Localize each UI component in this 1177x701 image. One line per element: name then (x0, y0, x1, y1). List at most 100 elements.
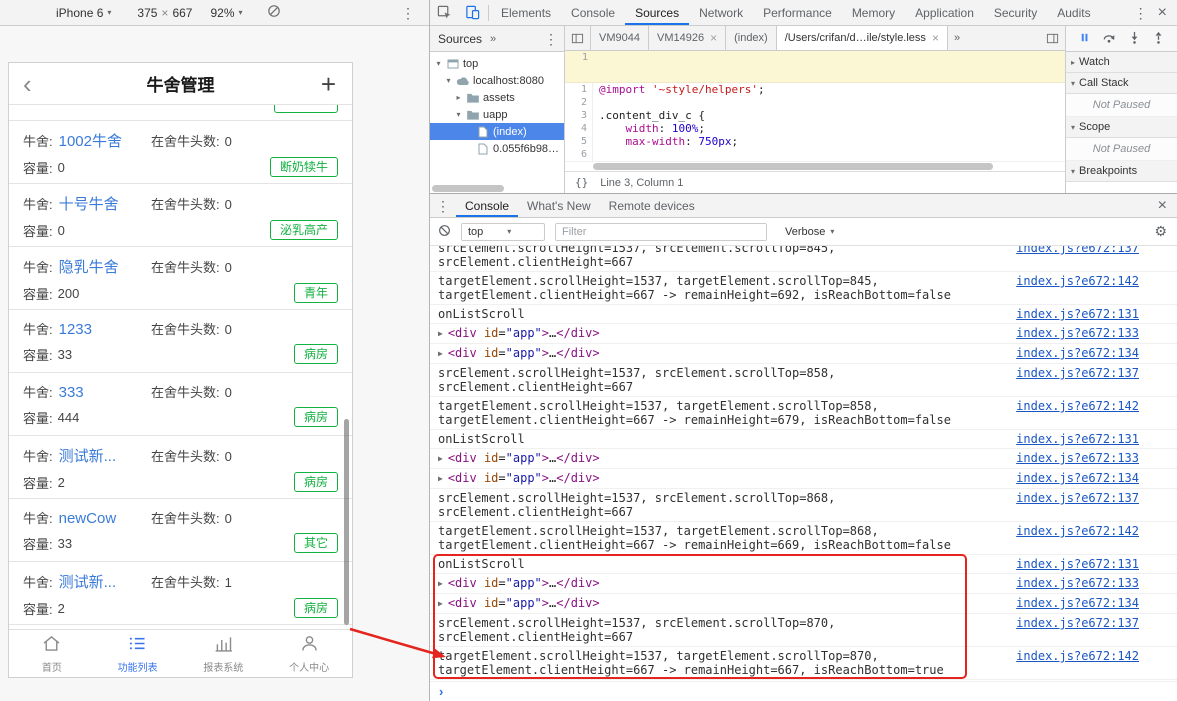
console-source-link[interactable]: index.js?e672:137 (1016, 491, 1139, 505)
tab-list[interactable]: 功能列表 (95, 630, 181, 677)
back-button[interactable]: ‹ (9, 71, 55, 97)
step-into-icon[interactable] (1128, 31, 1141, 47)
debugger-section-watch[interactable]: ▸ Watch (1066, 52, 1177, 73)
shed-name-link[interactable]: 十号牛舍 (59, 193, 119, 214)
console-source-link[interactable]: index.js?e672:134 (1016, 596, 1139, 610)
devtools-tab-memory[interactable]: Memory (842, 0, 905, 25)
tab-overflow-icon[interactable]: » (948, 26, 966, 50)
file-tree-item-0055f6b98[interactable]: 0.055f6b98… (430, 140, 564, 157)
editor-tab[interactable]: VM9044 (591, 26, 649, 50)
log-level-selector[interactable]: Verbose ▾ (785, 226, 834, 238)
more-options-icon[interactable]: ⋮ (395, 6, 421, 20)
cowshed-list-item[interactable]: 牛舍: 隐乳牛舍 在舍牛头数: 0 容量: 200 青年 (9, 247, 352, 310)
debugger-section-breakpoints[interactable]: ▾ Breakpoints (1066, 161, 1177, 182)
editor-code-area[interactable]: 1 2 3 4 5 6 @import '~style/helpers'; .conten… (565, 83, 1065, 161)
tree-expand-icon[interactable]: ▾ (444, 76, 453, 85)
pause-script-icon[interactable] (1078, 31, 1091, 47)
console-source-link[interactable]: index.js?e672:142 (1016, 274, 1139, 288)
horizontal-scrollbar[interactable] (565, 161, 1065, 171)
console-source-link[interactable]: index.js?e672:137 (1016, 616, 1139, 630)
shed-name-link[interactable]: 隐乳牛舍 (59, 256, 119, 277)
shed-name-link[interactable]: 1002牛舍 (59, 130, 122, 151)
devtools-tab-performance[interactable]: Performance (753, 0, 842, 25)
expand-triangle-icon[interactable]: ▶ (438, 474, 443, 483)
console-source-link[interactable]: index.js?e672:134 (1016, 346, 1139, 360)
editor-tab[interactable]: VM14926 × (649, 26, 727, 50)
device-selector[interactable]: iPhone 6 ▾ (56, 6, 111, 20)
console-source-link[interactable]: index.js?e672:131 (1016, 557, 1139, 571)
shed-name-link[interactable]: 1233 (59, 321, 92, 338)
file-tree-item-top[interactable]: ▾ top (430, 55, 564, 72)
tree-expand-icon[interactable]: ▾ (434, 59, 443, 68)
cowshed-list-item[interactable]: 牛舍: 测试新... 在舍牛头数: 0 容量: 2 病房 (9, 436, 352, 499)
shed-name-link[interactable]: 333 (59, 384, 84, 401)
toggle-navigator-icon[interactable] (565, 26, 591, 50)
cowshed-list-item[interactable]: 牛舍: 十号牛舍 在舍牛头数: 0 容量: 0 泌乳高产 (9, 184, 352, 247)
file-tree-item-index[interactable]: (index) (430, 123, 564, 140)
tree-expand-icon[interactable]: ▾ (454, 110, 463, 119)
devtools-tab-network[interactable]: Network (689, 0, 753, 25)
console-source-link[interactable]: index.js?e672:142 (1016, 524, 1139, 538)
add-button[interactable]: + (306, 71, 352, 97)
devtools-tab-sources[interactable]: Sources (625, 0, 689, 25)
console-prompt[interactable]: › (430, 681, 1177, 701)
step-out-icon[interactable] (1152, 31, 1165, 47)
tab-home[interactable]: 首页 (9, 630, 95, 677)
editor-tab[interactable]: /Users/crifan/d…ile/style.less × (776, 26, 948, 50)
execution-context-selector[interactable]: top ▾ (461, 222, 545, 241)
console-source-link[interactable]: index.js?e672:133 (1016, 326, 1139, 340)
expand-triangle-icon[interactable]: ▶ (438, 329, 443, 338)
console-source-link[interactable]: index.js?e672:137 (1016, 366, 1139, 380)
cowshed-list[interactable]: 牛舍: 1002牛舍 在舍牛头数: 0 容量: 0 断奶犊牛 牛舍: 十号牛舍 在舍牛头数: 0 容量… (9, 121, 352, 629)
console-source-link[interactable]: index.js?e672:142 (1016, 399, 1139, 413)
zoom-selector[interactable]: 92% ▾ (210, 6, 242, 20)
shed-name-link[interactable]: newCow (59, 510, 117, 527)
console-tab-remote-devices[interactable]: Remote devices (600, 194, 704, 217)
close-icon[interactable]: × (1154, 197, 1177, 214)
tab-chart[interactable]: 报表系统 (181, 630, 267, 677)
open-panel-icon[interactable] (1040, 26, 1065, 50)
cowshed-list-item[interactable]: 牛舍: newCow 在舍牛头数: 0 容量: 33 其它 (9, 499, 352, 562)
devtools-tab-security[interactable]: Security (984, 0, 1047, 25)
shed-name-link[interactable]: 测试新... (59, 445, 117, 466)
viewport-width[interactable]: 375 (137, 6, 157, 20)
close-icon[interactable]: × (1154, 4, 1177, 21)
step-over-icon[interactable] (1102, 31, 1116, 47)
file-tree-item-uapp[interactable]: ▾ uapp (430, 106, 564, 123)
scrollbar[interactable] (344, 419, 349, 625)
more-options-icon[interactable]: ⋮ (1128, 6, 1154, 20)
rotate-icon[interactable] (267, 4, 281, 21)
devtools-tab-elements[interactable]: Elements (491, 0, 561, 25)
debugger-section-scope[interactable]: ▾ Scope (1066, 117, 1177, 138)
console-source-link[interactable]: index.js?e672:142 (1016, 649, 1139, 663)
inspect-element-icon[interactable] (430, 5, 458, 20)
expand-triangle-icon[interactable]: ▶ (438, 349, 443, 358)
debugger-section-call-stack[interactable]: ▾ Call Stack (1066, 73, 1177, 94)
console-source-link[interactable]: index.js?e672:137 (1016, 246, 1139, 255)
devtools-tab-audits[interactable]: Audits (1047, 0, 1100, 25)
tree-expand-icon[interactable]: ▸ (454, 93, 463, 102)
close-tab-icon[interactable]: × (932, 32, 939, 44)
console-source-link[interactable]: index.js?e672:134 (1016, 471, 1139, 485)
console-filter-input[interactable] (555, 222, 767, 241)
cowshed-list-item[interactable]: 牛舍: 测试新... 在舍牛头数: 1 容量: 2 病房 (9, 562, 352, 625)
expand-triangle-icon[interactable]: ▶ (438, 579, 443, 588)
devtools-tab-console[interactable]: Console (561, 0, 625, 25)
tab-overflow-icon[interactable]: » (490, 33, 496, 45)
more-options-icon[interactable]: ⋮ (538, 32, 564, 46)
close-tab-icon[interactable]: × (710, 32, 717, 44)
pretty-print-button[interactable]: {} (575, 176, 588, 189)
console-tab-console[interactable]: Console (456, 194, 518, 217)
console-source-link[interactable]: index.js?e672:133 (1016, 451, 1139, 465)
editor-tab[interactable]: (index) (726, 26, 777, 50)
console-source-link[interactable]: index.js?e672:131 (1016, 307, 1139, 321)
horizontal-scrollbar[interactable] (430, 184, 564, 193)
file-tree-item-assets[interactable]: ▸ assets (430, 89, 564, 106)
devtools-tab-application[interactable]: Application (905, 0, 984, 25)
tab-user[interactable]: 个人中心 (266, 630, 352, 677)
viewport-height[interactable]: 667 (172, 6, 192, 20)
more-options-icon[interactable]: ⋮ (430, 199, 456, 213)
device-toolbar-icon[interactable] (458, 5, 486, 20)
console-settings-icon[interactable]: ⚙ (1154, 223, 1167, 240)
console-source-link[interactable]: index.js?e672:131 (1016, 432, 1139, 446)
